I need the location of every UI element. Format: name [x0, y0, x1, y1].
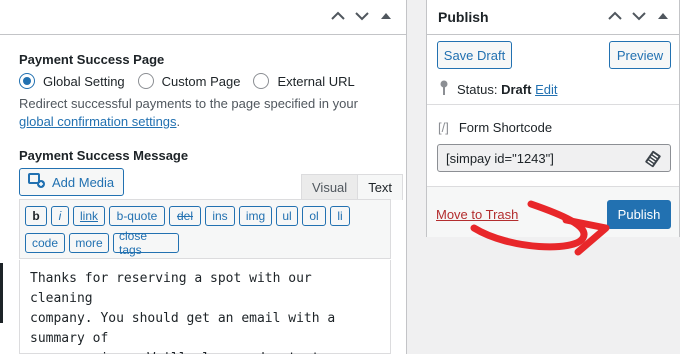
panel-header [0, 0, 406, 35]
radio-external-url[interactable] [253, 73, 270, 89]
chevron-up-icon[interactable] [607, 8, 623, 24]
redirect-help-text: Redirect successful payments to the page… [19, 95, 389, 131]
publish-actions: Move to Trash Publish [427, 186, 679, 237]
img-button[interactable]: img [239, 206, 272, 226]
copy-clipboard-icon[interactable] [644, 150, 662, 171]
status-value: Draft [501, 82, 532, 97]
publish-title: Publish [438, 9, 489, 25]
move-to-trash-link[interactable]: Move to Trash [436, 207, 518, 222]
caret-up-icon[interactable] [378, 8, 394, 24]
quicktags-toolbar: b i link b-quote del ins img ul ol li co… [19, 199, 391, 259]
shortcode-value: [simpay id="1243"] [446, 150, 554, 166]
payment-success-page-title: Payment Success Page [19, 52, 165, 67]
radio-label-global-setting[interactable]: Global Setting [43, 74, 125, 89]
publish-button[interactable]: Publish [607, 200, 671, 229]
publish-header: Publish [427, 0, 679, 35]
focus-indicator [0, 263, 3, 323]
radio-label-external-url[interactable]: External URL [277, 74, 354, 89]
tab-visual[interactable]: Visual [301, 174, 358, 200]
help-text-prefix: Redirect successful payments to the page… [19, 96, 358, 111]
payment-settings-panel: Payment Success Page Global Setting Cust… [0, 0, 407, 354]
add-media-label: Add Media [52, 174, 115, 190]
del-button[interactable]: del [169, 206, 201, 226]
ol-button[interactable]: ol [302, 206, 326, 226]
link-button[interactable]: link [73, 206, 105, 226]
ins-button[interactable]: ins [205, 206, 235, 226]
preview-button[interactable]: Preview [609, 41, 671, 69]
li-button[interactable]: li [330, 206, 350, 226]
caret-up-icon[interactable] [655, 8, 671, 24]
ul-button[interactable]: ul [276, 206, 298, 226]
chevron-down-icon[interactable] [631, 8, 647, 24]
italic-button[interactable]: i [51, 206, 69, 226]
radio-global-setting[interactable] [19, 73, 35, 89]
add-media-icon [28, 172, 46, 192]
add-media-button[interactable]: Add Media [19, 168, 125, 196]
message-textarea[interactable]: Thanks for reserving a spot with our cle… [19, 260, 391, 354]
shortcode-field[interactable]: [simpay id="1243"] [437, 144, 671, 172]
save-draft-button[interactable]: Save Draft [437, 41, 512, 69]
pin-icon [439, 80, 449, 99]
status-label: Status: [457, 82, 498, 97]
tab-text[interactable]: Text [357, 174, 404, 200]
shortcode-label-text: Form Shortcode [458, 120, 553, 135]
more-button[interactable]: more [69, 233, 109, 253]
chevron-down-icon[interactable] [354, 8, 370, 24]
help-text-suffix: . [176, 114, 181, 129]
post-status: Status: Draft Edit [439, 80, 557, 99]
chevron-up-icon[interactable] [330, 8, 346, 24]
redirect-options: Global Setting Custom Page External URL [19, 73, 368, 89]
status-edit-link[interactable]: Edit [535, 82, 557, 97]
radio-custom-page[interactable] [137, 73, 154, 89]
payment-success-message-title: Payment Success Message [19, 148, 189, 163]
bold-button[interactable]: b [25, 206, 47, 226]
close-tags-button[interactable]: close tags [113, 229, 179, 257]
editor-tabs: Visual Text [301, 174, 404, 200]
code-button[interactable]: code [25, 233, 65, 253]
blockquote-button[interactable]: b-quote [109, 206, 165, 226]
divider [427, 104, 679, 105]
shortcode-icon: [/] [438, 120, 449, 135]
publish-controls [607, 8, 671, 24]
global-confirmation-settings-link[interactable]: global confirmation settings [19, 114, 177, 129]
panel-controls [330, 8, 394, 24]
form-shortcode-label: [/] Form Shortcode [438, 120, 552, 135]
radio-label-custom-page[interactable]: Custom Page [162, 74, 241, 89]
publish-box: Publish Save Draft Preview Status: Draft… [426, 0, 680, 237]
